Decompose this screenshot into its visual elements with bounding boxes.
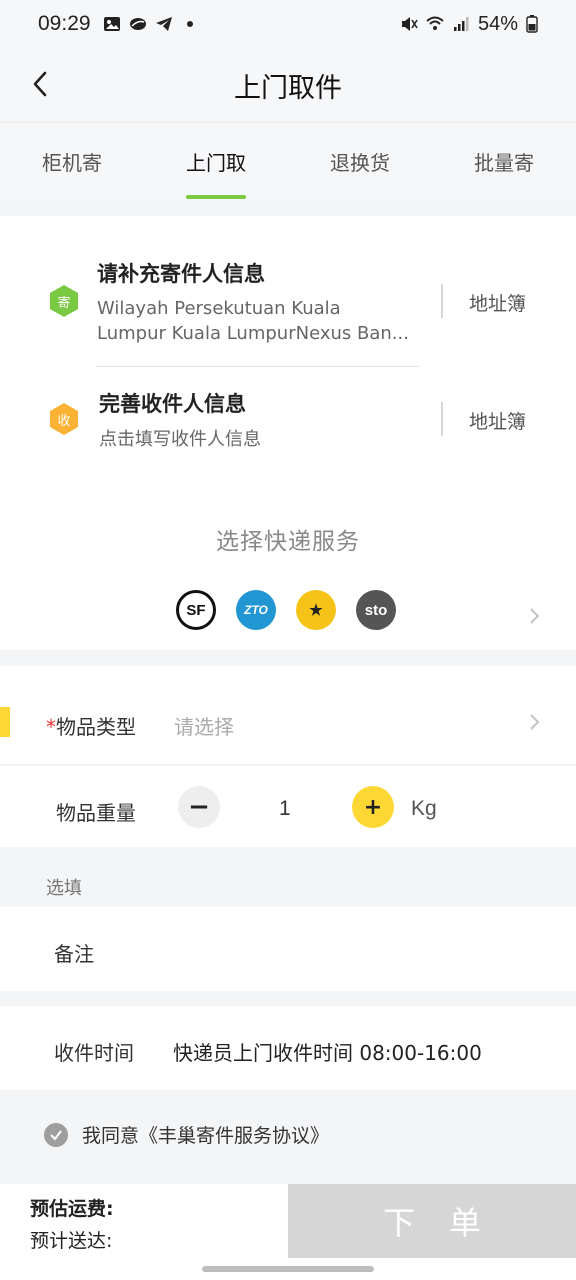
receiver-title: 完善收件人信息 [99, 392, 246, 416]
telegram-icon [155, 17, 172, 31]
courier-logos[interactable]: SF ZTO ★ sto [176, 590, 396, 630]
pickup-time-row[interactable]: 收件时间 快递员上门收件时间 08:00-16:00 [0, 1006, 576, 1090]
mute-icon [401, 17, 418, 31]
divider [96, 366, 420, 367]
tab-label: 退换货 [330, 151, 390, 175]
battery-percent: 54% [477, 12, 518, 35]
agreement-text[interactable]: 我同意《丰巢寄件服务协议》 [82, 1121, 329, 1148]
sf-logo: SF [176, 590, 216, 630]
sender-address-line2: Lumpur Kuala LumpurNexus Ban... [97, 323, 409, 344]
sender-title: 请补充寄件人信息 [97, 262, 265, 286]
weight-row: 物品重量 − 1 + Kg [0, 765, 576, 847]
leaf-icon [129, 18, 146, 30]
tab-label: 上门取 [186, 151, 246, 175]
active-tab-indicator [186, 195, 246, 199]
yunda-logo: ★ [296, 590, 336, 630]
chevron-right-icon [530, 714, 540, 730]
zto-logo: ZTO [236, 590, 276, 630]
increase-weight-button[interactable]: + [352, 786, 394, 828]
estimated-delivery-label: 预计送达: [30, 1230, 113, 1252]
status-bar: 09:29 54% [0, 0, 576, 48]
item-type-label: *物品类型 [46, 715, 136, 739]
check-icon [50, 1129, 62, 1141]
tab-return-exchange[interactable]: 退换货 [288, 123, 432, 201]
chevron-right-icon[interactable] [524, 606, 544, 626]
divider [441, 402, 443, 436]
home-indicator [0, 1258, 576, 1280]
agreement-row[interactable]: 我同意《丰巢寄件服务协议》 [44, 1121, 329, 1148]
address-card: 寄 请补充寄件人信息 Wilayah Persekutuan Kuala Lum… [0, 216, 576, 650]
pickup-time-label: 收件时间 [54, 1041, 134, 1065]
status-right-icons: 54% [400, 13, 538, 36]
item-type-row[interactable]: *物品类型 请选择 [0, 666, 576, 764]
place-order-button[interactable]: 下单 [288, 1184, 576, 1258]
optional-section-label: 选填 [46, 878, 82, 899]
home-pill[interactable] [202, 1266, 374, 1272]
tab-batch-send[interactable]: 批量寄 [432, 123, 576, 201]
gallery-icon [103, 17, 120, 31]
sender-address-line1: Wilayah Persekutuan Kuala [97, 298, 341, 319]
remark-row[interactable]: 备注 [0, 907, 576, 991]
back-arrow-icon [33, 71, 47, 97]
tab-label: 柜机寄 [42, 151, 102, 175]
sto-logo: sto [356, 590, 396, 630]
footer-bar: 预估运费: 预计送达: 下单 [0, 1184, 576, 1258]
receiver-badge: 收 [47, 402, 81, 436]
nav-bar: 上门取件 [0, 48, 576, 122]
receiver-address-book-button[interactable]: 地址簿 [469, 407, 526, 434]
wifi-icon [426, 16, 444, 30]
weight-value: 1 [279, 797, 291, 820]
dot-icon [186, 21, 193, 27]
tab-door-pickup[interactable]: 上门取 [144, 123, 288, 201]
decrease-weight-button[interactable]: − [178, 786, 220, 828]
divider [441, 284, 443, 318]
tab-label: 批量寄 [474, 151, 534, 175]
estimated-fee-label: 预估运费: [30, 1198, 114, 1220]
pickup-time-value: 快递员上门收件时间 08:00-16:00 [173, 1041, 482, 1065]
page-title: 上门取件 [234, 72, 342, 104]
signal-icon [453, 17, 469, 31]
weight-label: 物品重量 [56, 801, 136, 825]
battery-icon [526, 15, 538, 33]
required-mark: * [46, 715, 56, 739]
tab-bar: 柜机寄 上门取 退换货 批量寄 [0, 122, 576, 200]
sender-address-book-button[interactable]: 地址簿 [469, 289, 526, 316]
weight-unit: Kg [411, 797, 437, 820]
agreement-checkbox[interactable] [44, 1122, 68, 1147]
status-time: 09:29 [38, 12, 91, 35]
tab-cabinet-send[interactable]: 柜机寄 [0, 123, 144, 201]
back-button[interactable] [20, 64, 60, 104]
item-type-placeholder: 请选择 [174, 715, 234, 739]
service-title: 选择快递服务 [216, 529, 360, 555]
sender-badge: 寄 [47, 284, 81, 318]
receiver-subtitle: 点击填写收件人信息 [99, 429, 261, 450]
status-left-icons [103, 16, 199, 32]
required-indicator-bar [0, 707, 10, 737]
remark-label: 备注 [54, 942, 94, 966]
